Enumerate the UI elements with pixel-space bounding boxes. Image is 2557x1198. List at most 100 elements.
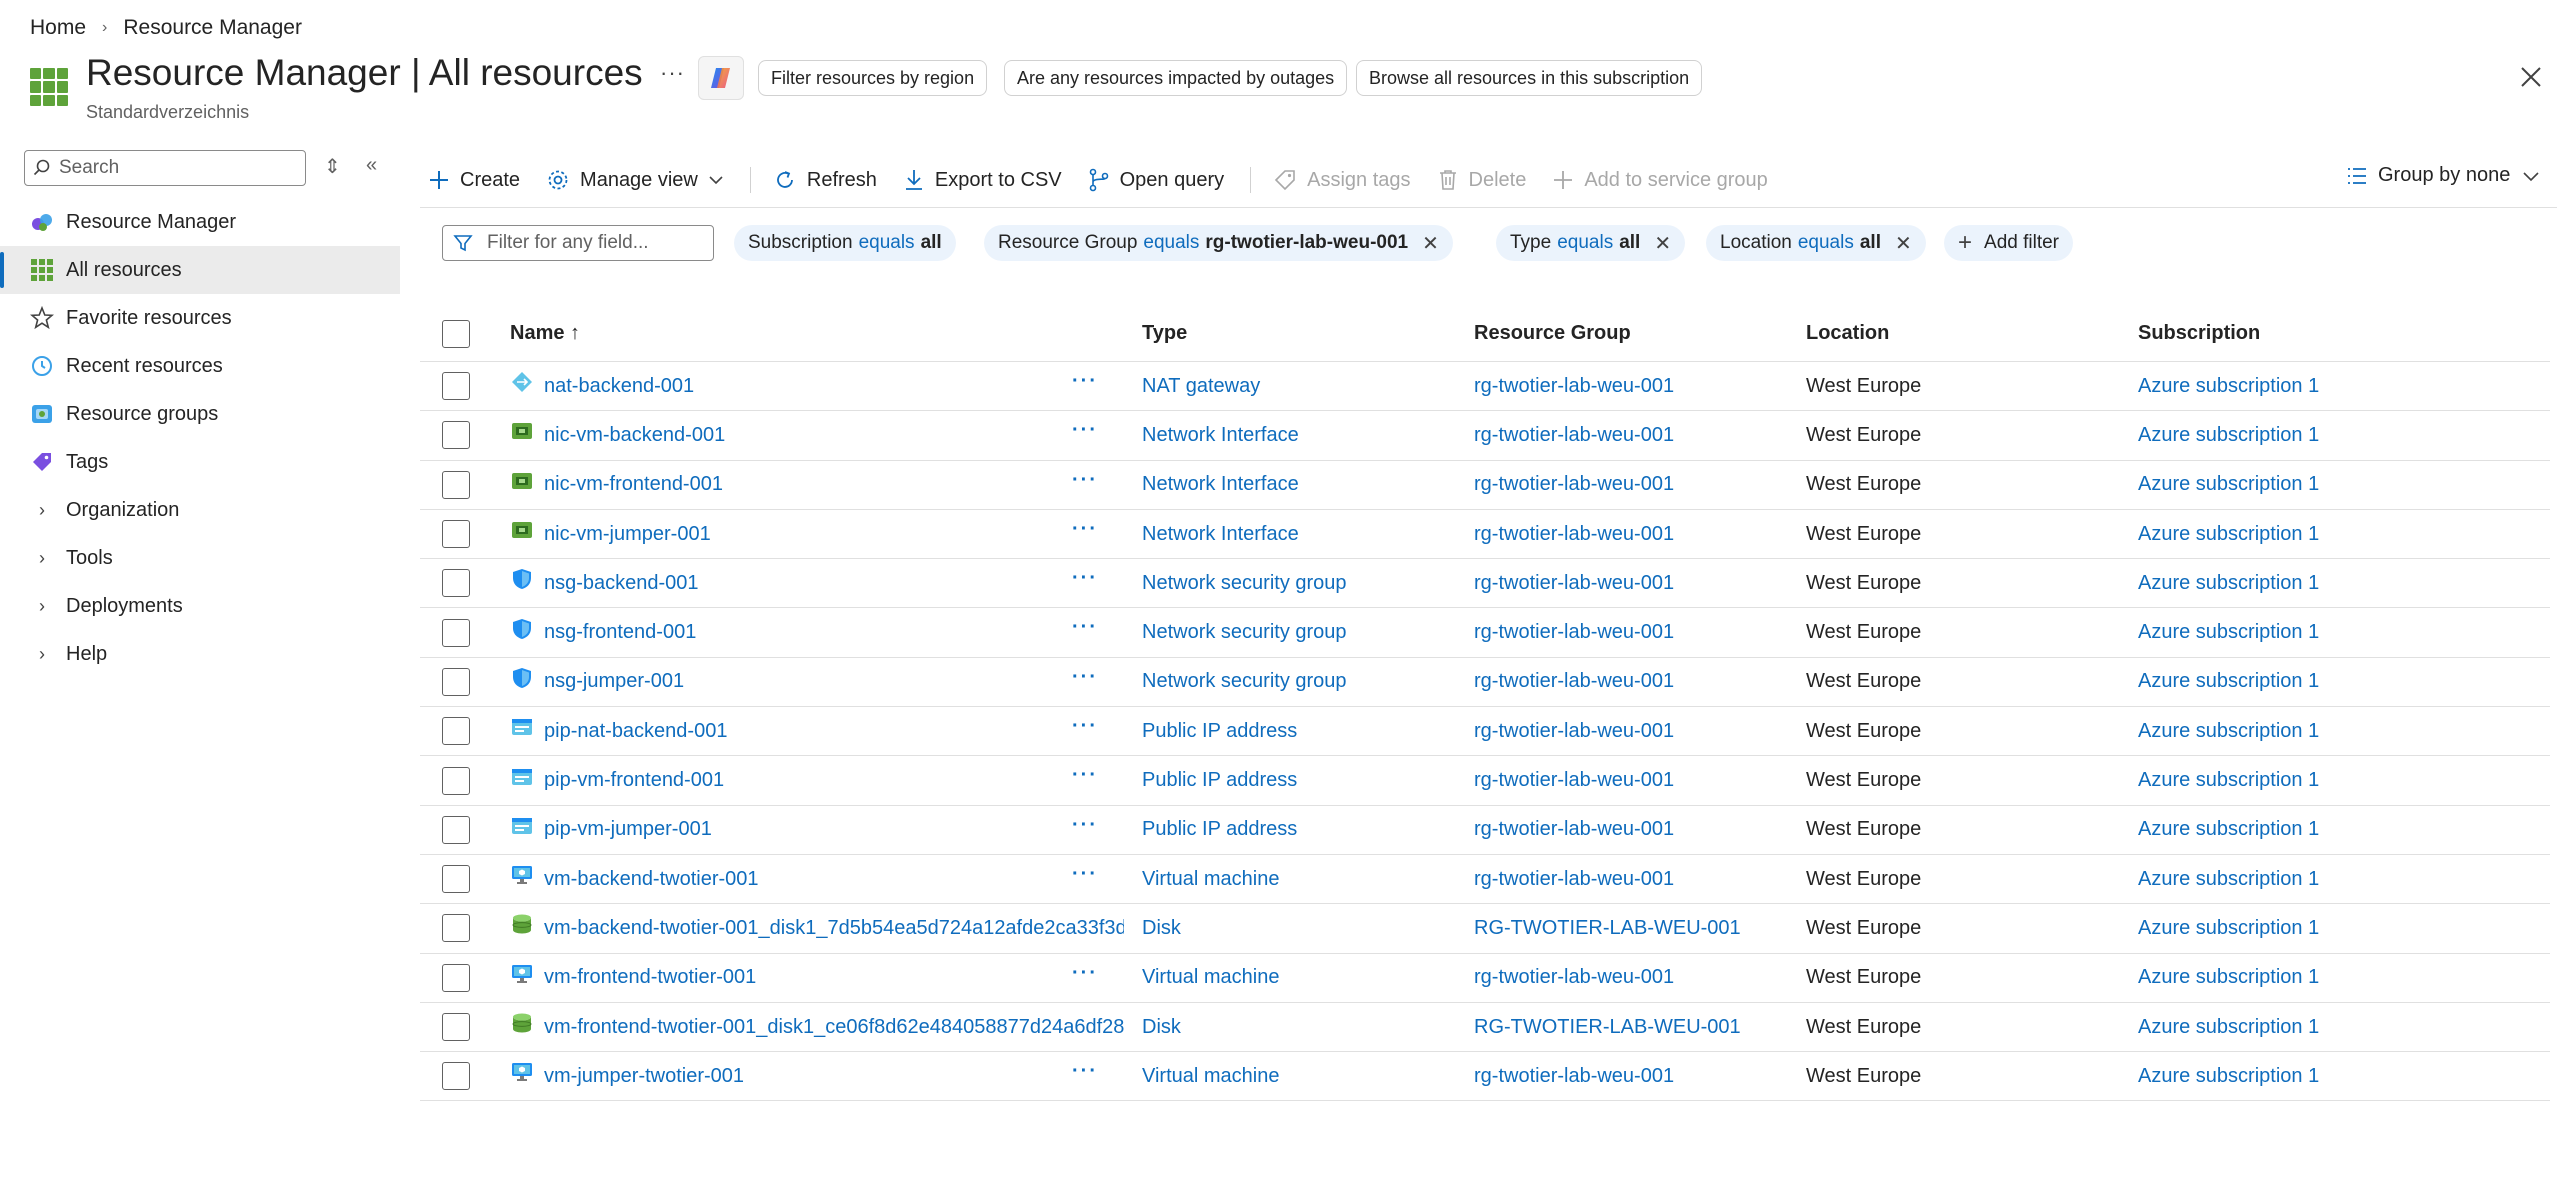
subscription-link[interactable]: Azure subscription 1: [2138, 1016, 2319, 1039]
column-header-type[interactable]: Type: [1142, 322, 1187, 345]
resource-group-link[interactable]: rg-twotier-lab-weu-001: [1474, 818, 1674, 841]
row-checkbox[interactable]: [442, 717, 470, 746]
sidebar-item-tools[interactable]: › Tools: [0, 534, 400, 582]
row-checkbox[interactable]: [442, 865, 470, 894]
row-checkbox[interactable]: [442, 766, 470, 795]
row-checkbox[interactable]: [442, 470, 470, 499]
sidebar-item-all-resources[interactable]: All resources: [0, 246, 400, 294]
resource-type-link[interactable]: Network security group: [1142, 621, 1347, 644]
resource-type-link[interactable]: Public IP address: [1142, 769, 1297, 792]
resource-group-link[interactable]: rg-twotier-lab-weu-001: [1474, 966, 1674, 989]
table-row[interactable]: vm-jumper-twotier-001 ··· Virtual machine r…: [420, 1052, 2550, 1102]
resource-group-link[interactable]: rg-twotier-lab-weu-001: [1474, 769, 1674, 792]
resource-name-link[interactable]: vm-frontend-twotier-001_disk1_ce06f8d62e…: [544, 1016, 1124, 1039]
resource-name-link[interactable]: nsg-frontend-001: [544, 621, 1124, 644]
table-row[interactable]: nic-vm-jumper-001 ··· Network Interface rg-…: [420, 510, 2550, 560]
resource-type-link[interactable]: Disk: [1142, 917, 1181, 940]
filter-chip-subscription[interactable]: Subscription equals all: [734, 225, 956, 261]
resource-type-link[interactable]: Virtual machine: [1142, 868, 1279, 891]
column-header-resource-group[interactable]: Resource Group: [1474, 322, 1631, 345]
delete-button[interactable]: Delete: [1437, 168, 1526, 192]
row-checkbox[interactable]: [442, 421, 470, 450]
resource-name-link[interactable]: pip-vm-jumper-001: [544, 818, 1124, 841]
table-row[interactable]: pip-vm-frontend-001 ··· Public IP address r…: [420, 756, 2550, 806]
sidebar-item-recent-resources[interactable]: Recent resources: [0, 342, 400, 390]
resource-type-link[interactable]: Virtual machine: [1142, 1065, 1279, 1088]
table-row[interactable]: nat-backend-001 ··· NAT gateway rg-twotier-…: [420, 362, 2550, 412]
resource-name-link[interactable]: nsg-backend-001: [544, 572, 1124, 595]
sort-icon[interactable]: ⇕: [324, 154, 341, 179]
row-more-options-icon[interactable]: ···: [1072, 1060, 1098, 1083]
row-more-options-icon[interactable]: ···: [1072, 616, 1098, 639]
manage-view-button[interactable]: Manage view: [546, 168, 724, 192]
resource-type-link[interactable]: Network Interface: [1142, 424, 1299, 447]
subscription-link[interactable]: Azure subscription 1: [2138, 621, 2319, 644]
create-button[interactable]: Create: [428, 169, 520, 192]
export-csv-button[interactable]: Export to CSV: [903, 168, 1062, 192]
table-row[interactable]: nsg-frontend-001 ··· Network security grou…: [420, 608, 2550, 658]
subscription-link[interactable]: Azure subscription 1: [2138, 1065, 2319, 1088]
resource-name-link[interactable]: nic-vm-backend-001: [544, 424, 1124, 447]
subscription-link[interactable]: Azure subscription 1: [2138, 966, 2319, 989]
row-checkbox[interactable]: [442, 372, 470, 401]
outages-button[interactable]: Are any resources impacted by outages: [1004, 60, 1348, 96]
row-checkbox[interactable]: [442, 1013, 470, 1041]
resource-name-link[interactable]: nic-vm-frontend-001: [544, 473, 1124, 496]
table-row[interactable]: vm-backend-twotier-001_disk1_7d5b54ea5d7…: [420, 904, 2550, 954]
resource-group-link[interactable]: rg-twotier-lab-weu-001: [1474, 523, 1674, 546]
resource-type-link[interactable]: Network security group: [1142, 572, 1347, 595]
row-more-options-icon[interactable]: ···: [1072, 419, 1098, 442]
assign-tags-button[interactable]: Assign tags: [1273, 168, 1411, 192]
row-checkbox[interactable]: [442, 667, 470, 696]
row-checkbox[interactable]: [442, 815, 470, 844]
table-row[interactable]: vm-backend-twotier-001 ··· Virtual machine…: [420, 855, 2550, 905]
close-button[interactable]: [2516, 62, 2546, 92]
add-filter-button[interactable]: + Add filter: [1944, 225, 2073, 261]
table-row[interactable]: nsg-jumper-001 ··· Network security group r…: [420, 658, 2550, 708]
resource-name-link[interactable]: vm-frontend-twotier-001: [544, 966, 1124, 989]
column-header-location[interactable]: Location: [1806, 322, 1889, 345]
sidebar-item-resource-groups[interactable]: Resource groups: [0, 390, 400, 438]
resource-group-link[interactable]: rg-twotier-lab-weu-001: [1474, 375, 1674, 398]
table-row[interactable]: vm-frontend-twotier-001_disk1_ce06f8d62e…: [420, 1003, 2550, 1053]
sidebar-search-input[interactable]: Search: [24, 150, 306, 186]
resource-name-link[interactable]: pip-nat-backend-001: [544, 720, 1124, 743]
row-more-options-icon[interactable]: ···: [1072, 715, 1098, 738]
breadcrumb-current[interactable]: Resource Manager: [123, 16, 302, 40]
resource-name-link[interactable]: nat-backend-001: [544, 375, 1124, 398]
row-more-options-icon[interactable]: ···: [1072, 962, 1098, 985]
resource-name-link[interactable]: vm-backend-twotier-001: [544, 868, 1124, 891]
subscription-link[interactable]: Azure subscription 1: [2138, 572, 2319, 595]
subscription-link[interactable]: Azure subscription 1: [2138, 818, 2319, 841]
breadcrumb-home[interactable]: Home: [30, 16, 86, 40]
row-more-options-icon[interactable]: ···: [1072, 469, 1098, 492]
filter-chip-resource-group[interactable]: Resource Group equals rg-twotier-lab-weu…: [984, 225, 1453, 261]
subscription-link[interactable]: Azure subscription 1: [2138, 769, 2319, 792]
resource-group-link[interactable]: rg-twotier-lab-weu-001: [1474, 621, 1674, 644]
column-header-name[interactable]: Name ↑: [510, 322, 580, 345]
refresh-button[interactable]: Refresh: [773, 168, 877, 192]
row-more-options-icon[interactable]: ···: [1072, 518, 1098, 541]
open-query-button[interactable]: Open query: [1088, 168, 1224, 192]
browse-resources-button[interactable]: Browse all resources in this subscriptio…: [1356, 60, 1703, 96]
resource-group-link[interactable]: rg-twotier-lab-weu-001: [1474, 720, 1674, 743]
remove-filter-icon[interactable]: ✕: [1422, 231, 1439, 256]
filter-input[interactable]: Filter for any field...: [442, 225, 714, 261]
row-checkbox[interactable]: [442, 569, 470, 598]
resource-name-link[interactable]: vm-jumper-twotier-001: [544, 1065, 1124, 1088]
sidebar-item-help[interactable]: › Help: [0, 630, 400, 678]
row-checkbox[interactable]: [442, 618, 470, 647]
resource-type-link[interactable]: Public IP address: [1142, 818, 1297, 841]
subscription-link[interactable]: Azure subscription 1: [2138, 424, 2319, 447]
row-more-options-icon[interactable]: ···: [1072, 567, 1098, 590]
table-row[interactable]: vm-frontend-twotier-001 ··· Virtual machin…: [420, 954, 2550, 1003]
collapse-sidebar-icon[interactable]: «: [366, 154, 377, 177]
subscription-link[interactable]: Azure subscription 1: [2138, 473, 2319, 496]
resource-group-link[interactable]: rg-twotier-lab-weu-001: [1474, 1065, 1674, 1088]
sidebar-item-resource-manager[interactable]: Resource Manager: [0, 198, 400, 246]
resource-group-link[interactable]: rg-twotier-lab-weu-001: [1474, 424, 1674, 447]
resource-type-link[interactable]: NAT gateway: [1142, 375, 1260, 398]
resource-group-link[interactable]: rg-twotier-lab-weu-001: [1474, 572, 1674, 595]
resource-name-link[interactable]: nsg-jumper-001: [544, 670, 1124, 693]
more-options-icon[interactable]: ···: [660, 60, 685, 86]
